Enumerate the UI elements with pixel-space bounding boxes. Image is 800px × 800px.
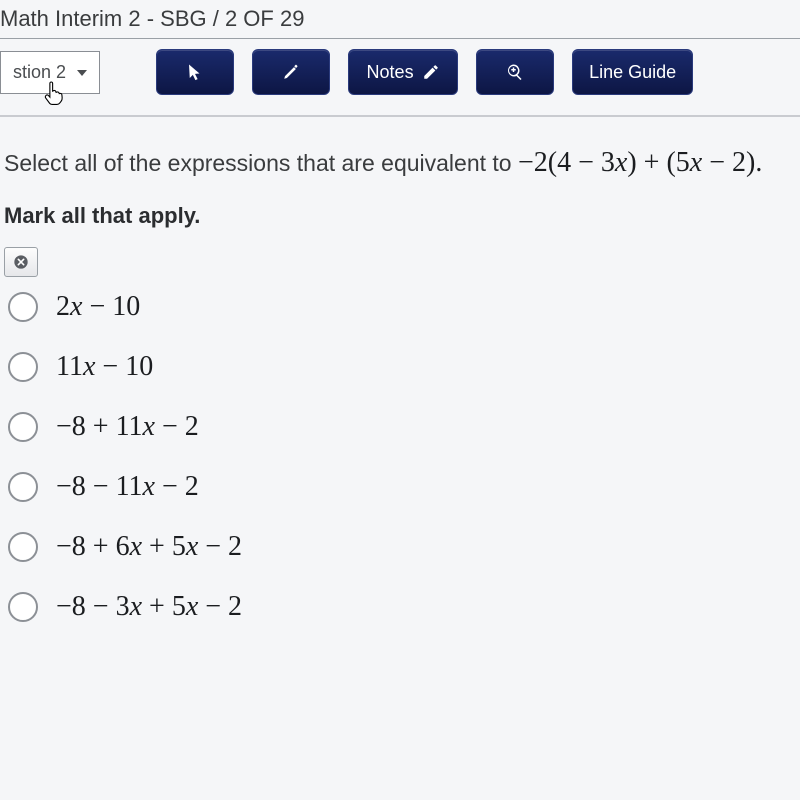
- question-prompt: Select all of the expressions that are e…: [4, 147, 800, 179]
- option-expression: 2x − 10: [56, 291, 140, 323]
- prompt-prefix: Select all of the expressions that are e…: [4, 150, 518, 176]
- pencil-icon: [282, 63, 300, 81]
- prompt-expression: −2(4 − 3x) + (5x − 2).: [518, 147, 762, 178]
- radio-icon: [8, 592, 38, 622]
- answer-option-5[interactable]: −8 + 6x + 5x − 2: [8, 531, 800, 563]
- question-selector-button[interactable]: stion 2: [0, 51, 100, 94]
- option-expression: −8 − 11x − 2: [56, 471, 199, 503]
- option-expression: 11x − 10: [56, 351, 153, 383]
- page-title: Math Interim 2 - SBG / 2 OF 29: [0, 0, 800, 39]
- edit-note-icon: [422, 63, 440, 81]
- toolbar: stion 2 Notes Line Guide: [0, 39, 800, 117]
- question-selector-label: stion 2: [13, 62, 66, 82]
- zoom-button[interactable]: [476, 49, 554, 95]
- radio-icon: [8, 412, 38, 442]
- question-content: Select all of the expressions that are e…: [0, 117, 800, 623]
- option-expression: −8 + 11x − 2: [56, 411, 199, 443]
- radio-icon: [8, 472, 38, 502]
- highlighter-tool-button[interactable]: [252, 49, 330, 95]
- hand-cursor-icon: [43, 80, 65, 106]
- notes-label: Notes: [367, 62, 414, 83]
- line-guide-label: Line Guide: [589, 62, 676, 83]
- line-guide-button[interactable]: Line Guide: [572, 49, 693, 95]
- pointer-icon: [186, 63, 204, 81]
- chevron-down-icon: [77, 70, 87, 76]
- radio-icon: [8, 352, 38, 382]
- option-expression: −8 + 6x + 5x − 2: [56, 531, 242, 563]
- instruction-text: Mark all that apply.: [4, 203, 800, 229]
- close-circle-icon: [13, 254, 29, 270]
- answer-options: 2x − 10 11x − 10 −8 + 11x − 2 −8 − 11x −…: [4, 291, 800, 623]
- answer-option-1[interactable]: 2x − 10: [8, 291, 800, 323]
- option-expression: −8 − 3x + 5x − 2: [56, 591, 242, 623]
- answer-option-3[interactable]: −8 + 11x − 2: [8, 411, 800, 443]
- answer-option-6[interactable]: −8 − 3x + 5x − 2: [8, 591, 800, 623]
- notes-button[interactable]: Notes: [348, 49, 458, 95]
- zoom-in-icon: [506, 63, 524, 81]
- radio-icon: [8, 292, 38, 322]
- answer-option-4[interactable]: −8 − 11x − 2: [8, 471, 800, 503]
- clear-answer-button[interactable]: [4, 247, 38, 277]
- radio-icon: [8, 532, 38, 562]
- answer-option-2[interactable]: 11x − 10: [8, 351, 800, 383]
- pointer-tool-button[interactable]: [156, 49, 234, 95]
